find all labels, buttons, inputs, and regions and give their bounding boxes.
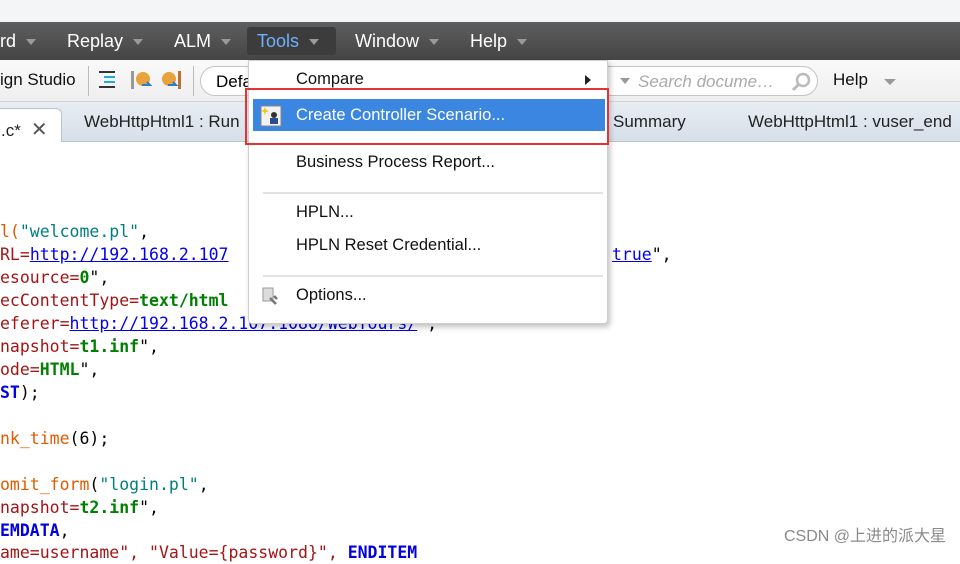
code-line: ode=HTML", <box>0 360 100 379</box>
menu-help[interactable]: Help <box>460 22 537 60</box>
code-line: ame=username", "Value={password}", ENDIT… <box>0 543 418 562</box>
tab-label: WebHttpHtml1 : Run <box>84 112 240 131</box>
close-icon[interactable]: ✕ <box>31 119 48 141</box>
menu-item-hpln[interactable]: HPLN... <box>253 196 605 228</box>
design-studio-button[interactable]: ign Studio <box>0 70 76 90</box>
step-clock-icon[interactable] <box>130 69 152 91</box>
tab-vuser-end[interactable]: WebHttpHtml1 : vuser_end <box>748 112 952 132</box>
tab-run[interactable]: WebHttpHtml1 : Run <box>84 112 240 132</box>
menu-record[interactable]: rd <box>0 22 46 60</box>
tab-label: WebHttpHtml1 : vuser_end <box>748 112 952 131</box>
item-label: Compare <box>296 70 364 88</box>
options-icon <box>262 287 278 305</box>
chevron-down-icon[interactable] <box>884 79 896 85</box>
divider <box>88 66 89 96</box>
chevron-down-icon <box>620 78 630 84</box>
search-docs-input[interactable]: Search docume… <box>600 66 818 96</box>
code-line: esource=0", <box>0 268 110 287</box>
item-label: Options... <box>296 286 367 304</box>
code-line: ST); <box>0 383 40 402</box>
chevron-down-icon <box>26 39 37 46</box>
divider <box>263 275 603 277</box>
menu-item-options[interactable]: Options... <box>253 279 605 311</box>
menu-window[interactable]: Window <box>345 22 449 60</box>
menu-label: Help <box>470 31 508 51</box>
tab-summary[interactable]: Summary <box>613 112 686 132</box>
tab-label: Summary <box>613 112 686 131</box>
submenu-arrow-icon <box>585 75 591 85</box>
chevron-down-icon <box>133 39 144 46</box>
code-line: l("welcome.pl", <box>0 222 150 241</box>
clock-end-icon[interactable] <box>160 69 182 91</box>
divider <box>263 192 603 194</box>
menu-label: rd <box>0 31 17 51</box>
code-line-fragment: true", <box>612 245 672 264</box>
menu-tools[interactable]: Tools <box>247 27 336 55</box>
annotation-highlight-box <box>245 88 609 145</box>
help-button[interactable]: Help <box>833 70 868 90</box>
menu-label: Window <box>355 31 420 51</box>
code-line: ecContentType=text/html <box>0 291 229 310</box>
code-line: napshot=t1.inf", <box>0 337 159 356</box>
chevron-down-icon <box>221 39 232 46</box>
indent-lines-icon[interactable] <box>96 69 118 91</box>
menu-label: Replay <box>67 31 124 51</box>
code-line: EMDATA, <box>0 521 70 540</box>
watermark: CSDN @上进的派大星 <box>783 528 946 545</box>
menu-label: ALM <box>174 31 212 51</box>
code-line: omit_form("login.pl", <box>0 475 209 494</box>
chevron-down-icon <box>429 39 440 46</box>
divider <box>193 66 194 96</box>
title-strip <box>0 0 960 22</box>
code-line: napshot=t2.inf", <box>0 498 159 517</box>
code-line: RL=http://192.168.2.107 <box>0 245 229 264</box>
menu-item-business-process-report[interactable]: Business Process Report... <box>253 146 605 178</box>
tab-action-c[interactable]: .c* ✕ <box>0 108 62 142</box>
menu-bar: rd Replay ALM Tools Window Help <box>0 22 960 60</box>
chevron-down-icon <box>517 39 528 46</box>
menu-replay[interactable]: Replay <box>57 22 153 60</box>
search-placeholder: Search docume… <box>638 72 775 91</box>
item-label: HPLN Reset Credential... <box>296 236 482 254</box>
tab-label: .c* <box>1 121 21 140</box>
item-label: HPLN... <box>296 203 354 221</box>
menu-label: Tools <box>257 31 300 51</box>
chevron-down-icon <box>309 39 320 46</box>
code-line: nk_time(6); <box>0 429 110 448</box>
menu-alm[interactable]: ALM <box>164 22 241 60</box>
search-icon[interactable] <box>790 71 812 93</box>
item-label: Business Process Report... <box>296 153 495 171</box>
menu-item-hpln-reset-credential[interactable]: HPLN Reset Credential... <box>253 229 605 261</box>
